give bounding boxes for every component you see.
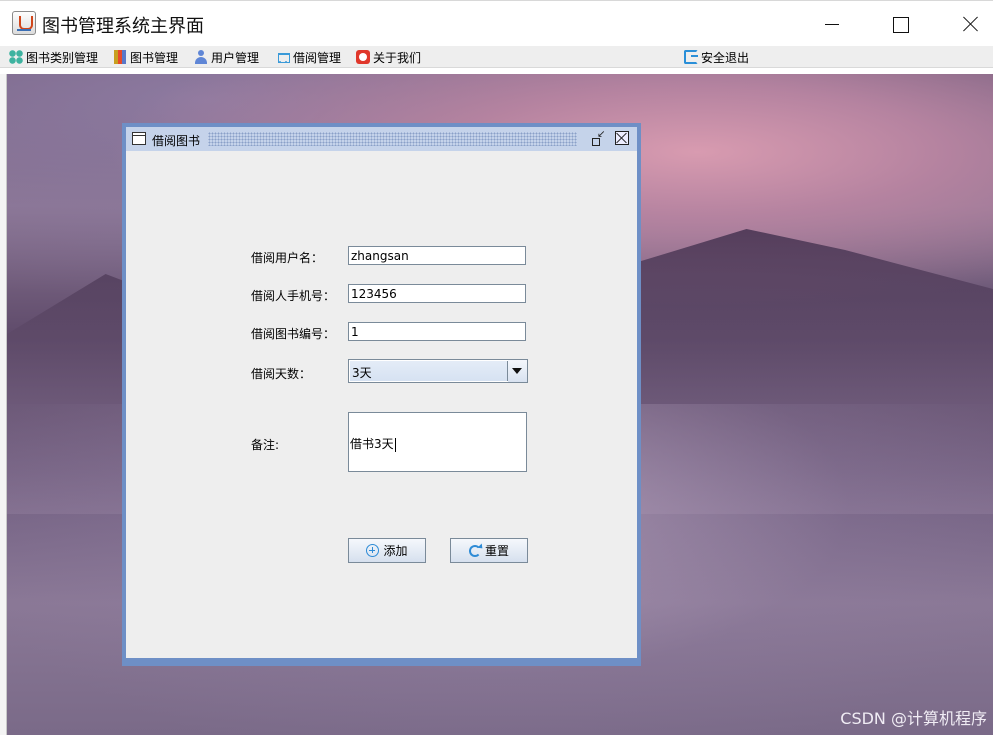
frame-window-icon bbox=[132, 132, 146, 145]
underlying-window-edge bbox=[0, 74, 7, 735]
menu-safe-exit-label: 安全退出 bbox=[701, 50, 750, 65]
menu-about-us[interactable]: 关于我们 bbox=[356, 46, 421, 68]
menu-book-category-label: 图书类别管理 bbox=[26, 50, 99, 65]
user-icon bbox=[194, 50, 208, 64]
menu-borrow-manage[interactable]: 借阅管理 bbox=[276, 46, 341, 68]
menu-user-manage-label: 用户管理 bbox=[211, 50, 260, 65]
book-id-field[interactable] bbox=[348, 322, 526, 341]
minimize-button[interactable] bbox=[808, 5, 854, 43]
add-button-label: 添加 bbox=[383, 544, 408, 558]
book-id-label: 借阅图书编号： bbox=[251, 327, 336, 341]
java-app-icon bbox=[12, 11, 36, 35]
days-select[interactable]: 3天 bbox=[348, 359, 528, 383]
refresh-icon bbox=[468, 544, 481, 557]
books-icon bbox=[114, 50, 127, 64]
remark-text: 借书3天 bbox=[350, 437, 394, 451]
window-title: 图书管理系统主界面 bbox=[42, 16, 204, 37]
remark-textarea[interactable]: 借书3天 bbox=[348, 412, 527, 472]
menu-book-manage[interactable]: 图书管理 bbox=[114, 46, 178, 68]
close-icon[interactable] bbox=[615, 131, 629, 145]
phone-label: 借阅人手机号： bbox=[251, 289, 336, 303]
username-field[interactable] bbox=[348, 246, 526, 265]
reset-button[interactable]: 重置 bbox=[450, 538, 528, 563]
exit-icon bbox=[684, 50, 698, 64]
cart-icon bbox=[276, 50, 290, 64]
window-titlebar: 图书管理系统主界面 bbox=[0, 0, 993, 46]
close-window-button[interactable] bbox=[947, 5, 993, 43]
remark-label: 备注: bbox=[251, 438, 280, 452]
phone-field[interactable] bbox=[348, 284, 526, 303]
menu-about-us-label: 关于我们 bbox=[373, 50, 422, 65]
text-caret bbox=[394, 437, 396, 452]
restore-icon[interactable] bbox=[591, 129, 605, 146]
chevron-down-icon[interactable] bbox=[508, 360, 527, 382]
borrow-frame-title: 借阅图书 bbox=[152, 134, 201, 148]
menu-borrow-manage-label: 借阅管理 bbox=[293, 50, 342, 65]
days-select-value: 3天 bbox=[350, 361, 508, 381]
borrow-form-panel: 借阅用户名： 借阅人手机号： 借阅图书编号： 借阅天数： 3天 备注: 借书3天… bbox=[126, 151, 637, 658]
add-button[interactable]: 添加 bbox=[348, 538, 426, 563]
menu-book-manage-label: 图书管理 bbox=[130, 50, 179, 65]
menubar: 图书类别管理 图书管理 用户管理 借阅管理 关于我们 安全退出 bbox=[0, 46, 993, 68]
about-icon bbox=[356, 50, 370, 64]
maximize-button[interactable] bbox=[877, 5, 923, 43]
borrow-book-frame: 借阅图书 借阅用户名： 借阅人手机号： 借阅图书编号： 借阅天数： 3天 备注:… bbox=[122, 123, 641, 666]
borrow-frame-titlebar[interactable]: 借阅图书 bbox=[126, 127, 637, 151]
days-label: 借阅天数： bbox=[251, 367, 312, 381]
menu-book-category[interactable]: 图书类别管理 bbox=[9, 46, 98, 68]
menu-user-manage[interactable]: 用户管理 bbox=[194, 46, 259, 68]
username-label: 借阅用户名： bbox=[251, 251, 324, 265]
watermark: CSDN @计算机程序 bbox=[840, 709, 987, 728]
menu-safe-exit[interactable]: 安全退出 bbox=[684, 46, 749, 68]
reset-button-label: 重置 bbox=[484, 544, 509, 558]
grid-icon bbox=[9, 50, 23, 64]
plus-circle-icon bbox=[366, 544, 380, 557]
titlebar-drag-area[interactable] bbox=[208, 132, 577, 146]
